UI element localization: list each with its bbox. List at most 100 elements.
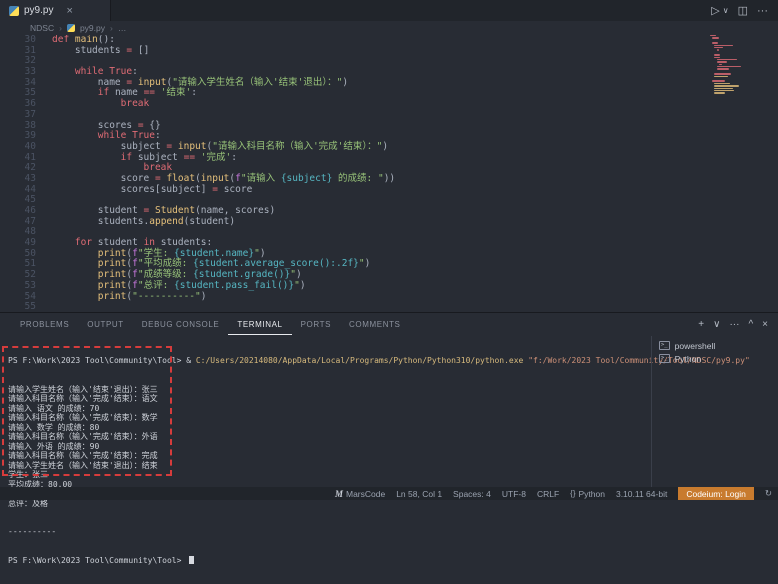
terminal-cursor bbox=[189, 556, 194, 564]
terminal-output[interactable]: PS F:\Work\2023 Tool\Community\Tool> & C… bbox=[8, 337, 648, 584]
minimap-line bbox=[714, 73, 731, 74]
panel-tab-comments[interactable]: COMMENTS bbox=[340, 313, 409, 335]
breadcrumb-item[interactable]: py9.py bbox=[80, 23, 105, 33]
line-number: 55 bbox=[0, 302, 52, 312]
code-text: scores[subject] = score bbox=[52, 185, 252, 196]
status-indentation-label: Spaces: 4 bbox=[453, 489, 491, 499]
status-cursor-position-label: Ln 58, Col 1 bbox=[396, 489, 442, 499]
maximize-panel-icon[interactable]: ^ bbox=[748, 319, 753, 330]
terminal-line: 请输入 数学 的成绩：80 bbox=[8, 423, 648, 433]
terminal-line: 请输入科目名称（输入'完成'结束）：数学 bbox=[8, 413, 648, 423]
breadcrumb-item[interactable]: NDSC bbox=[30, 23, 54, 33]
terminal-line: 请输入科目名称（输入'完成'结束）：完成 bbox=[8, 451, 648, 461]
breadcrumb: NDSC›py9.py›… bbox=[0, 21, 778, 35]
panel-tab-terminal[interactable]: TERMINAL bbox=[228, 313, 291, 335]
terminal-prompt-line: PS F:\Work\2023 Tool\Community\Tool> bbox=[8, 556, 648, 566]
tab-label: py9.py bbox=[24, 5, 53, 16]
code-line[interactable]: 54 print("----------") bbox=[0, 292, 778, 303]
minimap[interactable] bbox=[710, 35, 766, 97]
panel-tab-problems[interactable]: PROBLEMS bbox=[11, 313, 78, 335]
session-label: Python bbox=[675, 354, 701, 364]
breadcrumb-separator: › bbox=[110, 23, 113, 33]
minimap-line bbox=[714, 90, 733, 91]
run-button-icon[interactable]: ▷ bbox=[711, 4, 719, 17]
python-exe-path: C:/Users/20214080/AppData/Local/Programs… bbox=[196, 356, 528, 365]
tab-py9py[interactable]: py9.py × bbox=[0, 0, 111, 21]
status-codeium-login[interactable]: Codeium: Login bbox=[678, 487, 754, 500]
terminal-command-line: PS F:\Work\2023 Tool\Community\Tool> & C… bbox=[8, 356, 648, 366]
status-marscode[interactable]: MMarsCode bbox=[335, 489, 385, 499]
terminal-line: 请输入科目名称（输入'完成'结束）：语文 bbox=[8, 394, 648, 404]
terminal-line: 请输入科目名称（输入'完成'结束）：外语 bbox=[8, 432, 648, 442]
session-label: powershell bbox=[675, 341, 716, 351]
line-number: 53 bbox=[0, 281, 52, 292]
code-line[interactable]: 55 bbox=[0, 302, 778, 312]
terminal-line: 请输入学生姓名（输入'结束'退出）：结束 bbox=[8, 461, 648, 471]
more-actions-icon[interactable]: ··· bbox=[757, 5, 768, 17]
status-eol-label: CRLF bbox=[537, 489, 559, 499]
terminal-line: 请输入 语文 的成绩：70 bbox=[8, 404, 648, 414]
minimap-line bbox=[719, 64, 722, 65]
new-terminal-icon[interactable]: + bbox=[698, 319, 704, 330]
minimap-line bbox=[714, 47, 723, 48]
terminal-session-python[interactable]: >_Python bbox=[659, 352, 778, 365]
minimap-line bbox=[717, 66, 741, 67]
minimap-line bbox=[717, 49, 720, 50]
split-editor-icon[interactable]: ◫ bbox=[738, 4, 748, 17]
status-cursor-position[interactable]: Ln 58, Col 1 bbox=[396, 489, 442, 499]
minimap-line bbox=[714, 45, 733, 46]
python-file-icon bbox=[9, 6, 19, 16]
panel-more-icon[interactable]: ··· bbox=[729, 319, 739, 330]
minimap-line bbox=[714, 88, 732, 89]
bottom-panel: PROBLEMSOUTPUTDEBUG CONSOLETERMINALPORTS… bbox=[0, 312, 778, 489]
line-number: 37 bbox=[0, 110, 52, 121]
minimap-line bbox=[712, 80, 725, 81]
status-feedback[interactable]: ↻ bbox=[765, 488, 772, 499]
minimap-line bbox=[714, 76, 727, 77]
code-line[interactable]: 31 students = [] bbox=[0, 46, 778, 57]
terminal-session-list: >_ powershell>_Python bbox=[651, 336, 778, 488]
terminal-dropdown-icon[interactable]: ∨ bbox=[713, 319, 720, 330]
status-encoding[interactable]: UTF-8 bbox=[502, 489, 526, 499]
code-editor[interactable]: 30def main():31 students = []3233 while … bbox=[0, 35, 778, 312]
minimap-line bbox=[717, 68, 730, 69]
close-panel-icon[interactable]: × bbox=[762, 319, 768, 330]
minimap-line bbox=[712, 37, 719, 38]
panel-tab-output[interactable]: OUTPUT bbox=[78, 313, 133, 335]
status-codeium-login-label: Codeium: Login bbox=[686, 489, 746, 499]
breadcrumb-item[interactable]: … bbox=[118, 23, 127, 33]
minimap-line bbox=[714, 92, 724, 93]
status-feedback-label: ↻ bbox=[765, 488, 772, 499]
code-line[interactable]: 44 scores[subject] = score bbox=[0, 185, 778, 196]
panel-tab-ports[interactable]: PORTS bbox=[292, 313, 340, 335]
terminal-icon: >_ bbox=[659, 341, 670, 350]
status-language[interactable]: {} Python bbox=[570, 489, 605, 499]
language-icon: {} bbox=[570, 489, 575, 498]
minimap-line bbox=[717, 61, 727, 62]
status-interpreter-label: 3.10.11 64-bit bbox=[616, 489, 667, 499]
panel-icons: + ∨ ··· ^ × bbox=[698, 313, 768, 335]
run-dropdown-icon[interactable]: ∨ bbox=[723, 6, 729, 15]
status-marscode-label: MarsCode bbox=[346, 489, 385, 499]
status-encoding-label: UTF-8 bbox=[502, 489, 526, 499]
terminal-line: 请输入 外语 的成绩：90 bbox=[8, 442, 648, 452]
terminal-session-powershell[interactable]: >_ powershell bbox=[659, 339, 778, 352]
status-indentation[interactable]: Spaces: 4 bbox=[453, 489, 491, 499]
status-eol[interactable]: CRLF bbox=[537, 489, 559, 499]
code-line[interactable]: 36 break bbox=[0, 99, 778, 110]
code-line[interactable]: 47 students.append(student) bbox=[0, 217, 778, 228]
terminal-line: 学生：张三 bbox=[8, 470, 648, 480]
close-tab-icon[interactable]: × bbox=[66, 5, 72, 17]
minimap-line bbox=[714, 54, 720, 55]
marscode-icon: M bbox=[335, 489, 343, 499]
status-language-label: Python bbox=[579, 489, 605, 499]
status-interpreter[interactable]: 3.10.11 64-bit bbox=[616, 489, 667, 499]
python-file-icon bbox=[67, 24, 75, 32]
minimap-line bbox=[714, 85, 739, 86]
minimap-line bbox=[714, 83, 729, 84]
status-bar: MMarsCode Ln 58, Col 1 Spaces: 4 UTF-8 CRLF {… bbox=[0, 487, 778, 500]
line-number: 40 bbox=[0, 142, 52, 153]
panel-tab-debug-console[interactable]: DEBUG CONSOLE bbox=[133, 313, 229, 335]
minimap-line bbox=[714, 57, 720, 58]
code-text: print("----------") bbox=[52, 292, 206, 303]
